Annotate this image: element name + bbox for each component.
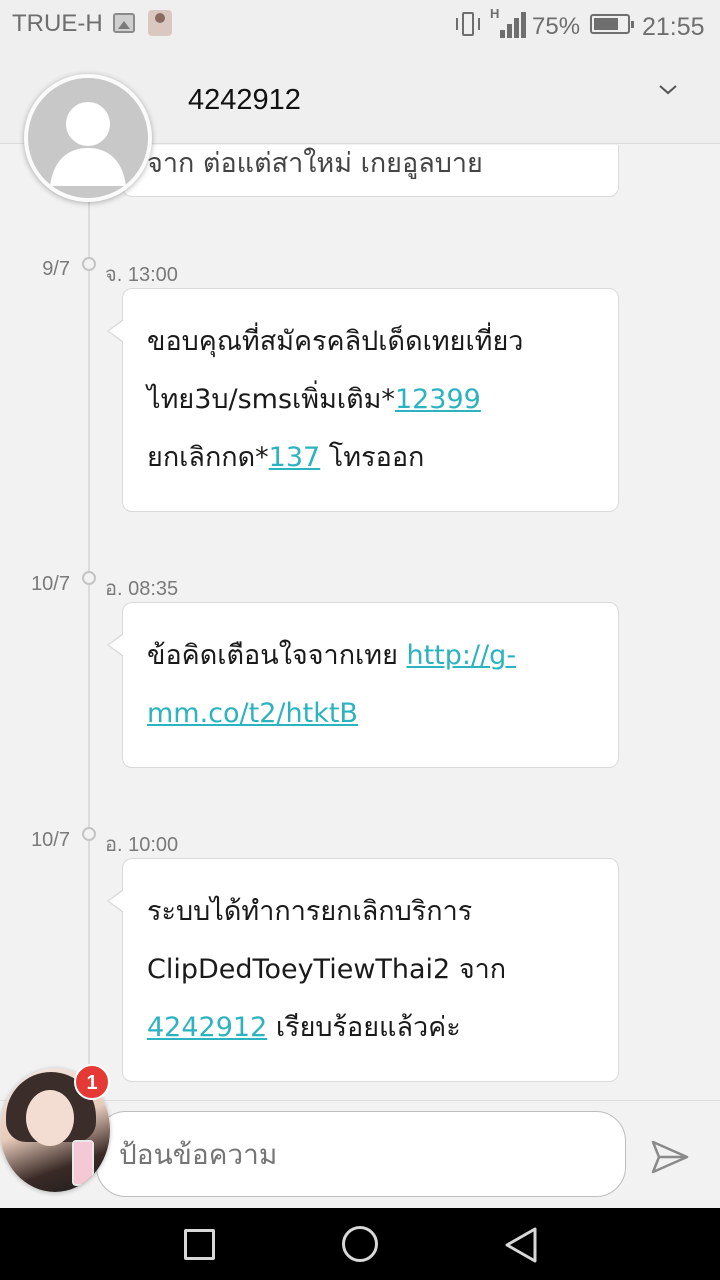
message-text: ยกเลิกกด* [147,442,269,473]
message-time: อ. 08:35 [105,578,179,600]
contact-title: 4242912 [188,84,301,116]
timeline-dot [82,827,96,841]
message-line: mm.co/t2/htktB [147,685,594,743]
message-bubble[interactable]: ขอบคุณที่สมัครคลิปเด็ดเทยเที่ยว ไทย3บ/sm… [107,288,619,512]
message-time: จ. 13:00 [105,264,178,286]
unread-badge: 1 [74,1064,110,1100]
url-link[interactable]: mm.co/t2/htktB [147,698,358,729]
timeline-dot [82,257,96,271]
message-line: ระบบได้ทำการยกเลิกบริการ [147,883,594,941]
message-line: ยกเลิกกด*137 โทรออก [147,429,594,487]
gallery-icon [113,13,135,33]
message-text: ระบบได้ทำการยกเลิกบริการ [147,896,473,927]
network-type-label: H [490,6,500,21]
message-thread[interactable]: จาก ต่อแต่สาใหม่ เกยอูลบาย 9/7 จ. 13:00 … [0,145,720,1100]
message-bubble[interactable]: จาก ต่อแต่สาใหม่ เกยอูลบาย [122,145,619,197]
recent-apps-icon[interactable] [184,1229,215,1260]
message-time: อ. 10:00 [105,834,179,856]
home-icon[interactable] [342,1226,378,1262]
message-input[interactable] [96,1111,626,1197]
contact-avatar-icon[interactable] [24,74,152,202]
notification-avatar-icon [148,10,172,36]
message-text: ClipDedToeyTiewThai2 จาก [147,954,507,985]
message-line: ขอบคุณที่สมัครคลิปเด็ดเทยเที่ยว [147,313,594,371]
message-date: 10/7 [31,829,70,851]
phone-link[interactable]: 12399 [395,384,481,415]
navigation-bar [0,1208,720,1280]
clock: 21:55 [642,13,705,41]
message-bubble[interactable]: ข้อคิดเตือนใจจากเทย http://g- mm.co/t2/h… [107,602,619,768]
message-text: ข้อคิดเตือนใจจากเทย [147,640,407,671]
message-date: 9/7 [42,258,70,280]
timeline-dot [82,571,96,585]
message-bubble[interactable]: ระบบได้ทำการยกเลิกบริการ ClipDedToeyTiew… [107,858,619,1082]
message-text: ไทย3บ/smsเพิ่มเติม* [147,384,395,415]
message-line: ClipDedToeyTiewThai2 จาก [147,941,594,999]
vibrate-icon [454,12,482,38]
phone-link[interactable]: 137 [269,442,321,473]
back-icon[interactable] [503,1226,539,1264]
send-icon[interactable] [650,1139,690,1175]
message-text: ขอบคุณที่สมัครคลิปเด็ดเทยเที่ยว [147,326,524,357]
message-text: เรียบร้อยแล้วค่ะ [267,1012,461,1043]
message-date: 10/7 [31,573,70,595]
message-line: 4242912 เรียบร้อยแล้วค่ะ [147,999,594,1057]
url-link[interactable]: http://g- [406,640,516,671]
chevron-down-icon[interactable] [658,80,678,100]
timeline-line [88,145,90,1100]
message-text: จาก ต่อแต่สาใหม่ เกยอูลบาย [147,148,483,179]
status-bar: TRUE-H H 75% 21:55 [0,0,720,52]
battery-icon [590,14,634,34]
battery-percent: 75% [532,13,581,40]
message-line: ข้อคิดเตือนใจจากเทย http://g- [147,627,594,685]
signal-icon: H [490,6,526,38]
message-line: ไทย3บ/smsเพิ่มเติม*12399 [147,371,594,429]
carrier-label: TRUE-H [12,10,103,37]
message-text: โทรออก [320,442,425,473]
phone-link[interactable]: 4242912 [147,1012,267,1043]
